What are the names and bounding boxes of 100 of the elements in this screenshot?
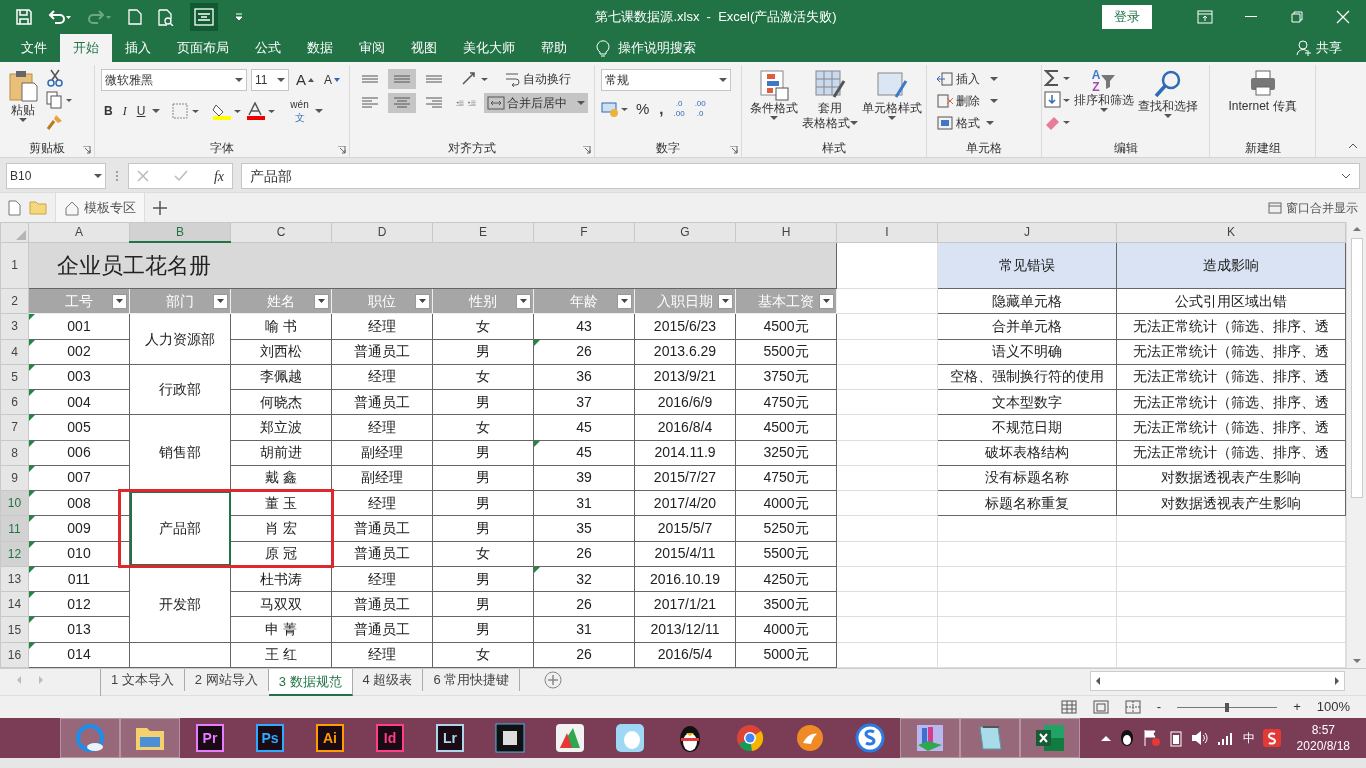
row-header[interactable]: 3 <box>0 313 29 339</box>
font-color-icon[interactable] <box>246 102 277 120</box>
format-painter-icon[interactable] <box>46 113 64 131</box>
increase-decimal-button[interactable]: .0 .00 <box>670 99 688 119</box>
filter-button[interactable] <box>415 294 430 309</box>
column-header[interactable]: H <box>735 222 837 242</box>
paste-button[interactable]: 粘贴 <box>6 69 40 139</box>
battery-icon[interactable] <box>1168 729 1183 747</box>
cartoon-icon[interactable] <box>615 723 645 753</box>
bold-button[interactable]: B <box>101 101 116 121</box>
scrollbar-thumb[interactable] <box>1350 238 1363 498</box>
cheetah-icon[interactable] <box>795 723 825 753</box>
save-icon[interactable] <box>16 9 32 25</box>
column-header[interactable]: F <box>533 222 635 242</box>
row-header[interactable]: 6 <box>0 389 29 415</box>
penguin-icon[interactable] <box>1118 729 1135 747</box>
app-icon[interactable]: Ai <box>316 724 344 752</box>
wrap-text-button[interactable]: 自动换行 <box>502 69 574 89</box>
cut-icon[interactable] <box>46 69 64 87</box>
tell-me-field[interactable]: 操作说明搜索 <box>618 38 696 58</box>
shrink-font-button[interactable]: A <box>321 70 343 90</box>
format-as-table-button[interactable]: 套用 表格格式 <box>800 69 860 139</box>
row-header[interactable]: 7 <box>0 414 29 441</box>
new-file-icon[interactable] <box>8 199 21 216</box>
row-header[interactable]: 9 <box>0 465 29 491</box>
ribbon-tab[interactable]: 视图 <box>398 34 450 62</box>
minimize-icon[interactable] <box>1245 16 1257 18</box>
browser-icon[interactable] <box>75 723 105 753</box>
sheet-tab[interactable]: 4 超级表 <box>352 669 424 691</box>
filter-button[interactable] <box>516 294 531 309</box>
books-icon[interactable] <box>915 723 945 753</box>
add-sheet-icon[interactable] <box>544 671 563 689</box>
row-header[interactable]: 11 <box>0 515 29 542</box>
column-header[interactable]: J <box>937 222 1117 242</box>
column-header[interactable]: D <box>331 222 433 242</box>
formula-field[interactable]: 产品部 <box>241 163 1360 189</box>
close-icon[interactable] <box>1336 10 1350 24</box>
insert-cells-button[interactable]: 插入 <box>933 69 1035 89</box>
phonetic-button[interactable]: wén 文 <box>288 99 311 123</box>
name-box[interactable]: B10 <box>6 163 106 189</box>
delete-cells-button[interactable]: 删除 <box>933 91 1035 111</box>
s-browser-icon[interactable] <box>855 723 885 753</box>
copy-icon[interactable] <box>46 91 74 109</box>
dialog-launcher-icon[interactable] <box>338 146 346 154</box>
sheet-tab[interactable]: 6 常用快捷键 <box>423 669 521 691</box>
clock-time[interactable]: 8:57 <box>1311 722 1335 738</box>
zoom-level[interactable]: 100% <box>1316 697 1350 717</box>
row-header[interactable]: 8 <box>0 440 29 466</box>
filter-button[interactable] <box>819 294 834 309</box>
column-header[interactable]: I <box>836 222 938 242</box>
currency-icon[interactable] <box>601 100 629 118</box>
add-tab-icon[interactable] <box>153 200 167 215</box>
row-header[interactable]: 15 <box>0 616 29 643</box>
conditional-format-button[interactable]: 条件格式 <box>748 69 800 139</box>
ribbon-tab[interactable]: 开始 <box>60 34 112 62</box>
italic-button[interactable]: I <box>119 101 130 121</box>
sheet-tab[interactable]: 1 文本导入 <box>101 669 185 691</box>
ribbon-tab[interactable]: 审阅 <box>346 34 398 62</box>
page-break-icon[interactable] <box>1124 700 1141 714</box>
show-hidden-icon[interactable] <box>1100 735 1111 741</box>
grow-font-button[interactable]: A <box>292 70 317 90</box>
zoom-slider-thumb[interactable] <box>1225 702 1230 712</box>
zoom-in-button[interactable]: + <box>1293 697 1301 717</box>
underline-button[interactable]: U <box>133 101 149 121</box>
zoom-slider[interactable] <box>1177 702 1278 712</box>
filter-button[interactable] <box>718 294 733 309</box>
share-button[interactable]: 共享 <box>1316 38 1342 58</box>
ribbon-tab[interactable]: 文件 <box>8 34 60 62</box>
format-cells-button[interactable]: 格式 <box>933 113 1035 133</box>
ribbon-tab[interactable]: 页面布局 <box>164 34 242 62</box>
row-header[interactable]: 5 <box>0 364 29 390</box>
percent-button[interactable]: % <box>633 99 653 119</box>
row-header[interactable]: 12 <box>0 541 29 567</box>
column-header[interactable]: C <box>230 222 332 242</box>
column-header[interactable]: A <box>28 222 130 242</box>
filter-button[interactable] <box>617 294 632 309</box>
ribbon-display-icon[interactable] <box>1197 10 1213 24</box>
internet-fax-button[interactable]: Internet 传真 <box>1226 69 1299 139</box>
dialog-launcher-icon[interactable] <box>730 146 738 154</box>
spreadsheet-app-icon[interactable] <box>1034 723 1066 753</box>
undo-icon[interactable] <box>48 9 72 25</box>
login-button[interactable]: 登录 <box>1102 5 1152 29</box>
sheet-tab[interactable]: 3 数据规范 <box>268 669 353 696</box>
filter-button[interactable] <box>213 294 228 309</box>
comma-button[interactable]: , <box>656 99 667 119</box>
sogou-icon[interactable] <box>1262 729 1281 747</box>
autosum-icon[interactable] <box>1044 69 1072 87</box>
signal-icon[interactable] <box>1216 731 1235 745</box>
row-header[interactable]: 13 <box>0 566 29 592</box>
filter-button[interactable] <box>112 294 127 309</box>
ribbon-tab[interactable]: 插入 <box>112 34 164 62</box>
fill-color-icon[interactable] <box>212 102 243 120</box>
merge-center-button[interactable]: 合并后居中 <box>484 93 588 113</box>
customize-caret-icon[interactable] <box>234 12 244 22</box>
row-header[interactable]: 2 <box>0 288 29 314</box>
chrome-icon[interactable] <box>735 723 765 753</box>
cell-styles-button[interactable]: 单元格样式 <box>860 69 924 139</box>
app-icon[interactable]: Ps <box>256 724 284 752</box>
number-format-dropdown[interactable]: 常规 <box>601 69 731 91</box>
font-size-dropdown[interactable]: 11 <box>250 69 289 91</box>
